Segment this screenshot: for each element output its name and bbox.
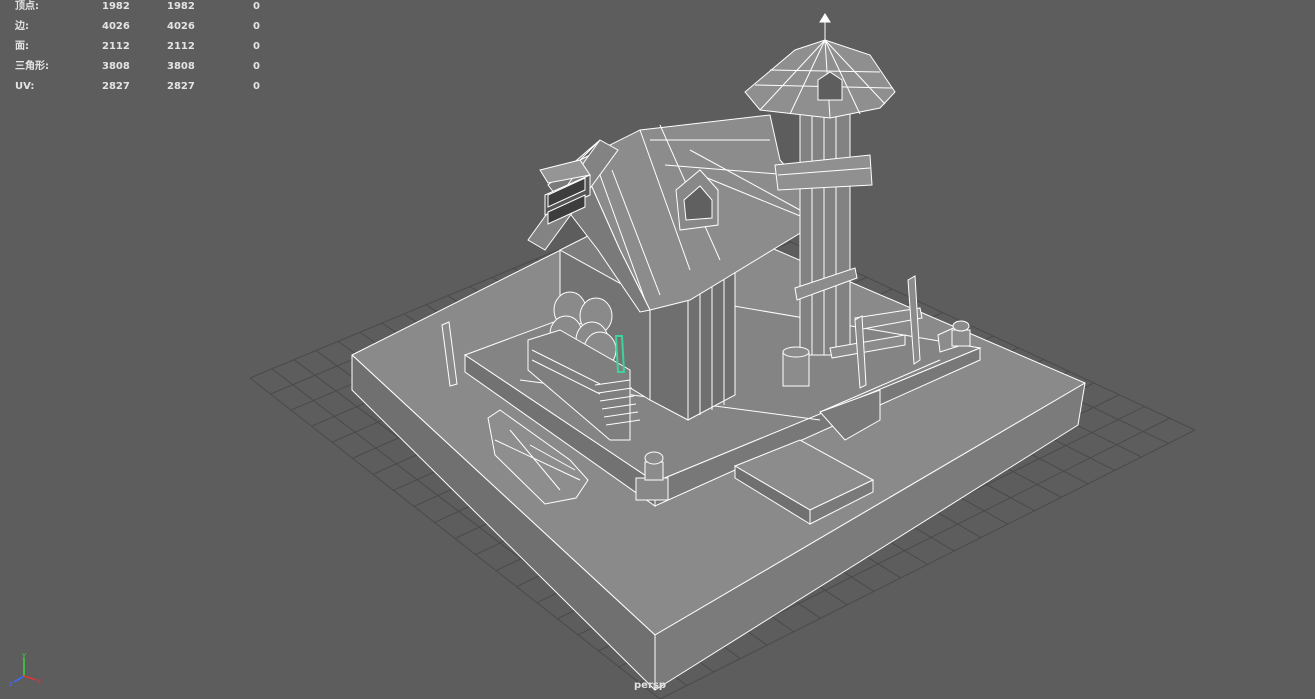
hud-value: 2827 — [167, 81, 195, 92]
hud-value: 0 — [253, 21, 260, 32]
hud-value: 0 — [253, 81, 260, 92]
hud-label: 顶点: — [15, 1, 39, 12]
mooring-post-right[interactable] — [951, 320, 971, 347]
hud-value: 2112 — [167, 41, 195, 52]
scene-canvas[interactable] — [0, 0, 1315, 699]
hud-value: 4026 — [167, 21, 195, 32]
mooring-post-left[interactable] — [644, 451, 664, 481]
hud-label: 三角形: — [15, 61, 49, 72]
xyz-axis-icon: y x z — [9, 651, 41, 688]
hud-value: 1982 — [102, 1, 130, 12]
barrel[interactable] — [782, 346, 810, 387]
hud-value: 1982 — [167, 1, 195, 12]
hud-value: 3808 — [167, 61, 195, 72]
hud-label: 面: — [15, 41, 29, 52]
hud-value: 2112 — [102, 41, 130, 52]
hud-value: 3808 — [102, 61, 130, 72]
hud-label: 边: — [15, 21, 29, 32]
axis-label-z: z — [9, 680, 13, 688]
hud-value: 0 — [253, 61, 260, 72]
hud-value: 4026 — [102, 21, 130, 32]
hud-value: 0 — [253, 1, 260, 12]
perspective-viewport[interactable]: 顶点: 1982 1982 0 边: 4026 4026 0 面: 2112 2… — [0, 0, 1315, 699]
hud-value: 2827 — [102, 81, 130, 92]
hud-value: 0 — [253, 41, 260, 52]
hud-label: UV: — [15, 81, 35, 92]
axis-label-y: y — [22, 651, 26, 659]
camera-name-label: persp — [634, 680, 666, 691]
axis-label-x: x — [37, 677, 41, 685]
